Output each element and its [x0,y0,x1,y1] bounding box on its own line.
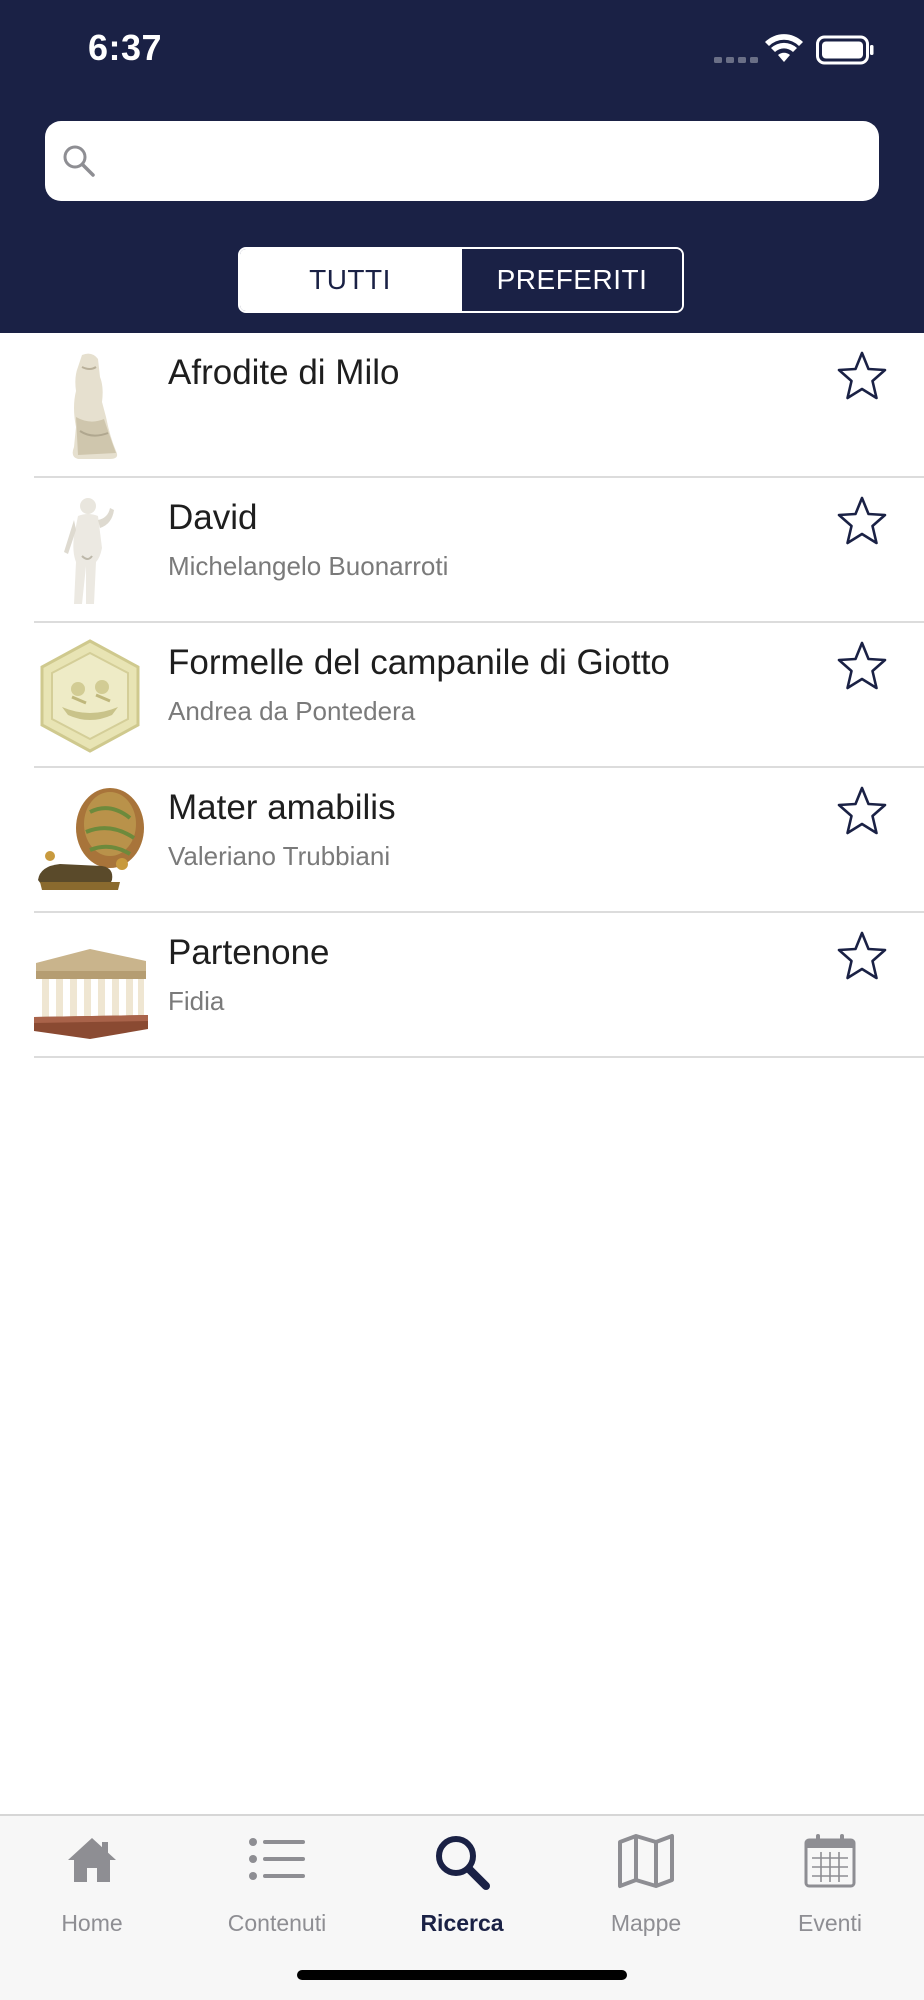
tab-eventi[interactable]: Eventi [738,1826,922,1946]
item-title: Mater amabilis [168,788,396,827]
star-icon[interactable] [834,349,890,405]
item-subtitle: Valeriano Trubbiani [168,841,391,871]
tab-label: Contenuti [227,1910,327,1936]
item-subtitle: Fidia [168,986,225,1016]
item-title: Afrodite di Milo [168,353,400,392]
tab-contenuti[interactable]: Contenuti [185,1826,369,1946]
row-divider [34,1056,924,1058]
tab-label: Home [61,1910,123,1936]
tab-home[interactable]: Home [0,1826,184,1946]
magnifier-icon [436,1836,490,1890]
house-icon [68,1838,116,1882]
list-icon [249,1838,305,1880]
wifi-icon [765,34,803,62]
calendar-icon [804,1834,856,1888]
tab-tutti[interactable]: TUTTI [240,249,460,311]
bronze-sculpture-thumbnail [38,788,144,890]
battery-icon [816,35,874,65]
star-icon[interactable] [834,494,890,550]
statue-torso-thumbnail [72,353,118,459]
tab-label: Eventi [798,1910,862,1936]
tab-mappe[interactable]: Mappe [554,1826,738,1946]
statue-david-thumbnail [64,498,114,604]
map-icon [618,1834,674,1888]
star-icon[interactable] [834,639,890,695]
list-item[interactable]: David Michelangelo Buonarroti [0,478,924,623]
item-title: Partenone [168,933,330,972]
artwork-list: Afrodite di Milo David Michelangelo Buon… [0,333,924,1058]
item-subtitle: Andrea da Pontedera [168,696,416,726]
hexagon-relief-thumbnail [40,639,140,753]
segmented-control: TUTTI PREFERITI [238,247,684,313]
tab-label: Mappe [610,1910,682,1936]
tab-label: Ricerca [420,1910,504,1936]
list-item[interactable]: Afrodite di Milo [0,333,924,478]
tab-ricerca[interactable]: Ricerca [370,1826,554,1946]
temple-model-thumbnail [34,949,148,1039]
home-indicator [297,1970,627,1980]
star-icon[interactable] [834,929,890,985]
search-icon [63,145,95,177]
status-time: 6:37 [88,27,163,68]
tab-preferiti[interactable]: PREFERITI [460,249,682,311]
list-item[interactable]: Formelle del campanile di Giotto Andrea … [0,623,924,768]
star-icon[interactable] [834,784,890,840]
header: 6:37 TUTTI PREFERITI [0,0,924,333]
list-item[interactable]: Partenone Fidia [0,913,924,1058]
cellular-signal-icon [714,57,758,63]
item-title: David [168,498,258,537]
search-input[interactable] [107,121,861,203]
item-subtitle: Michelangelo Buonarroti [168,551,449,581]
item-title: Formelle del campanile di Giotto [168,643,670,682]
list-item[interactable]: Mater amabilis Valeriano Trubbiani [0,768,924,913]
search-bar[interactable] [45,121,879,203]
